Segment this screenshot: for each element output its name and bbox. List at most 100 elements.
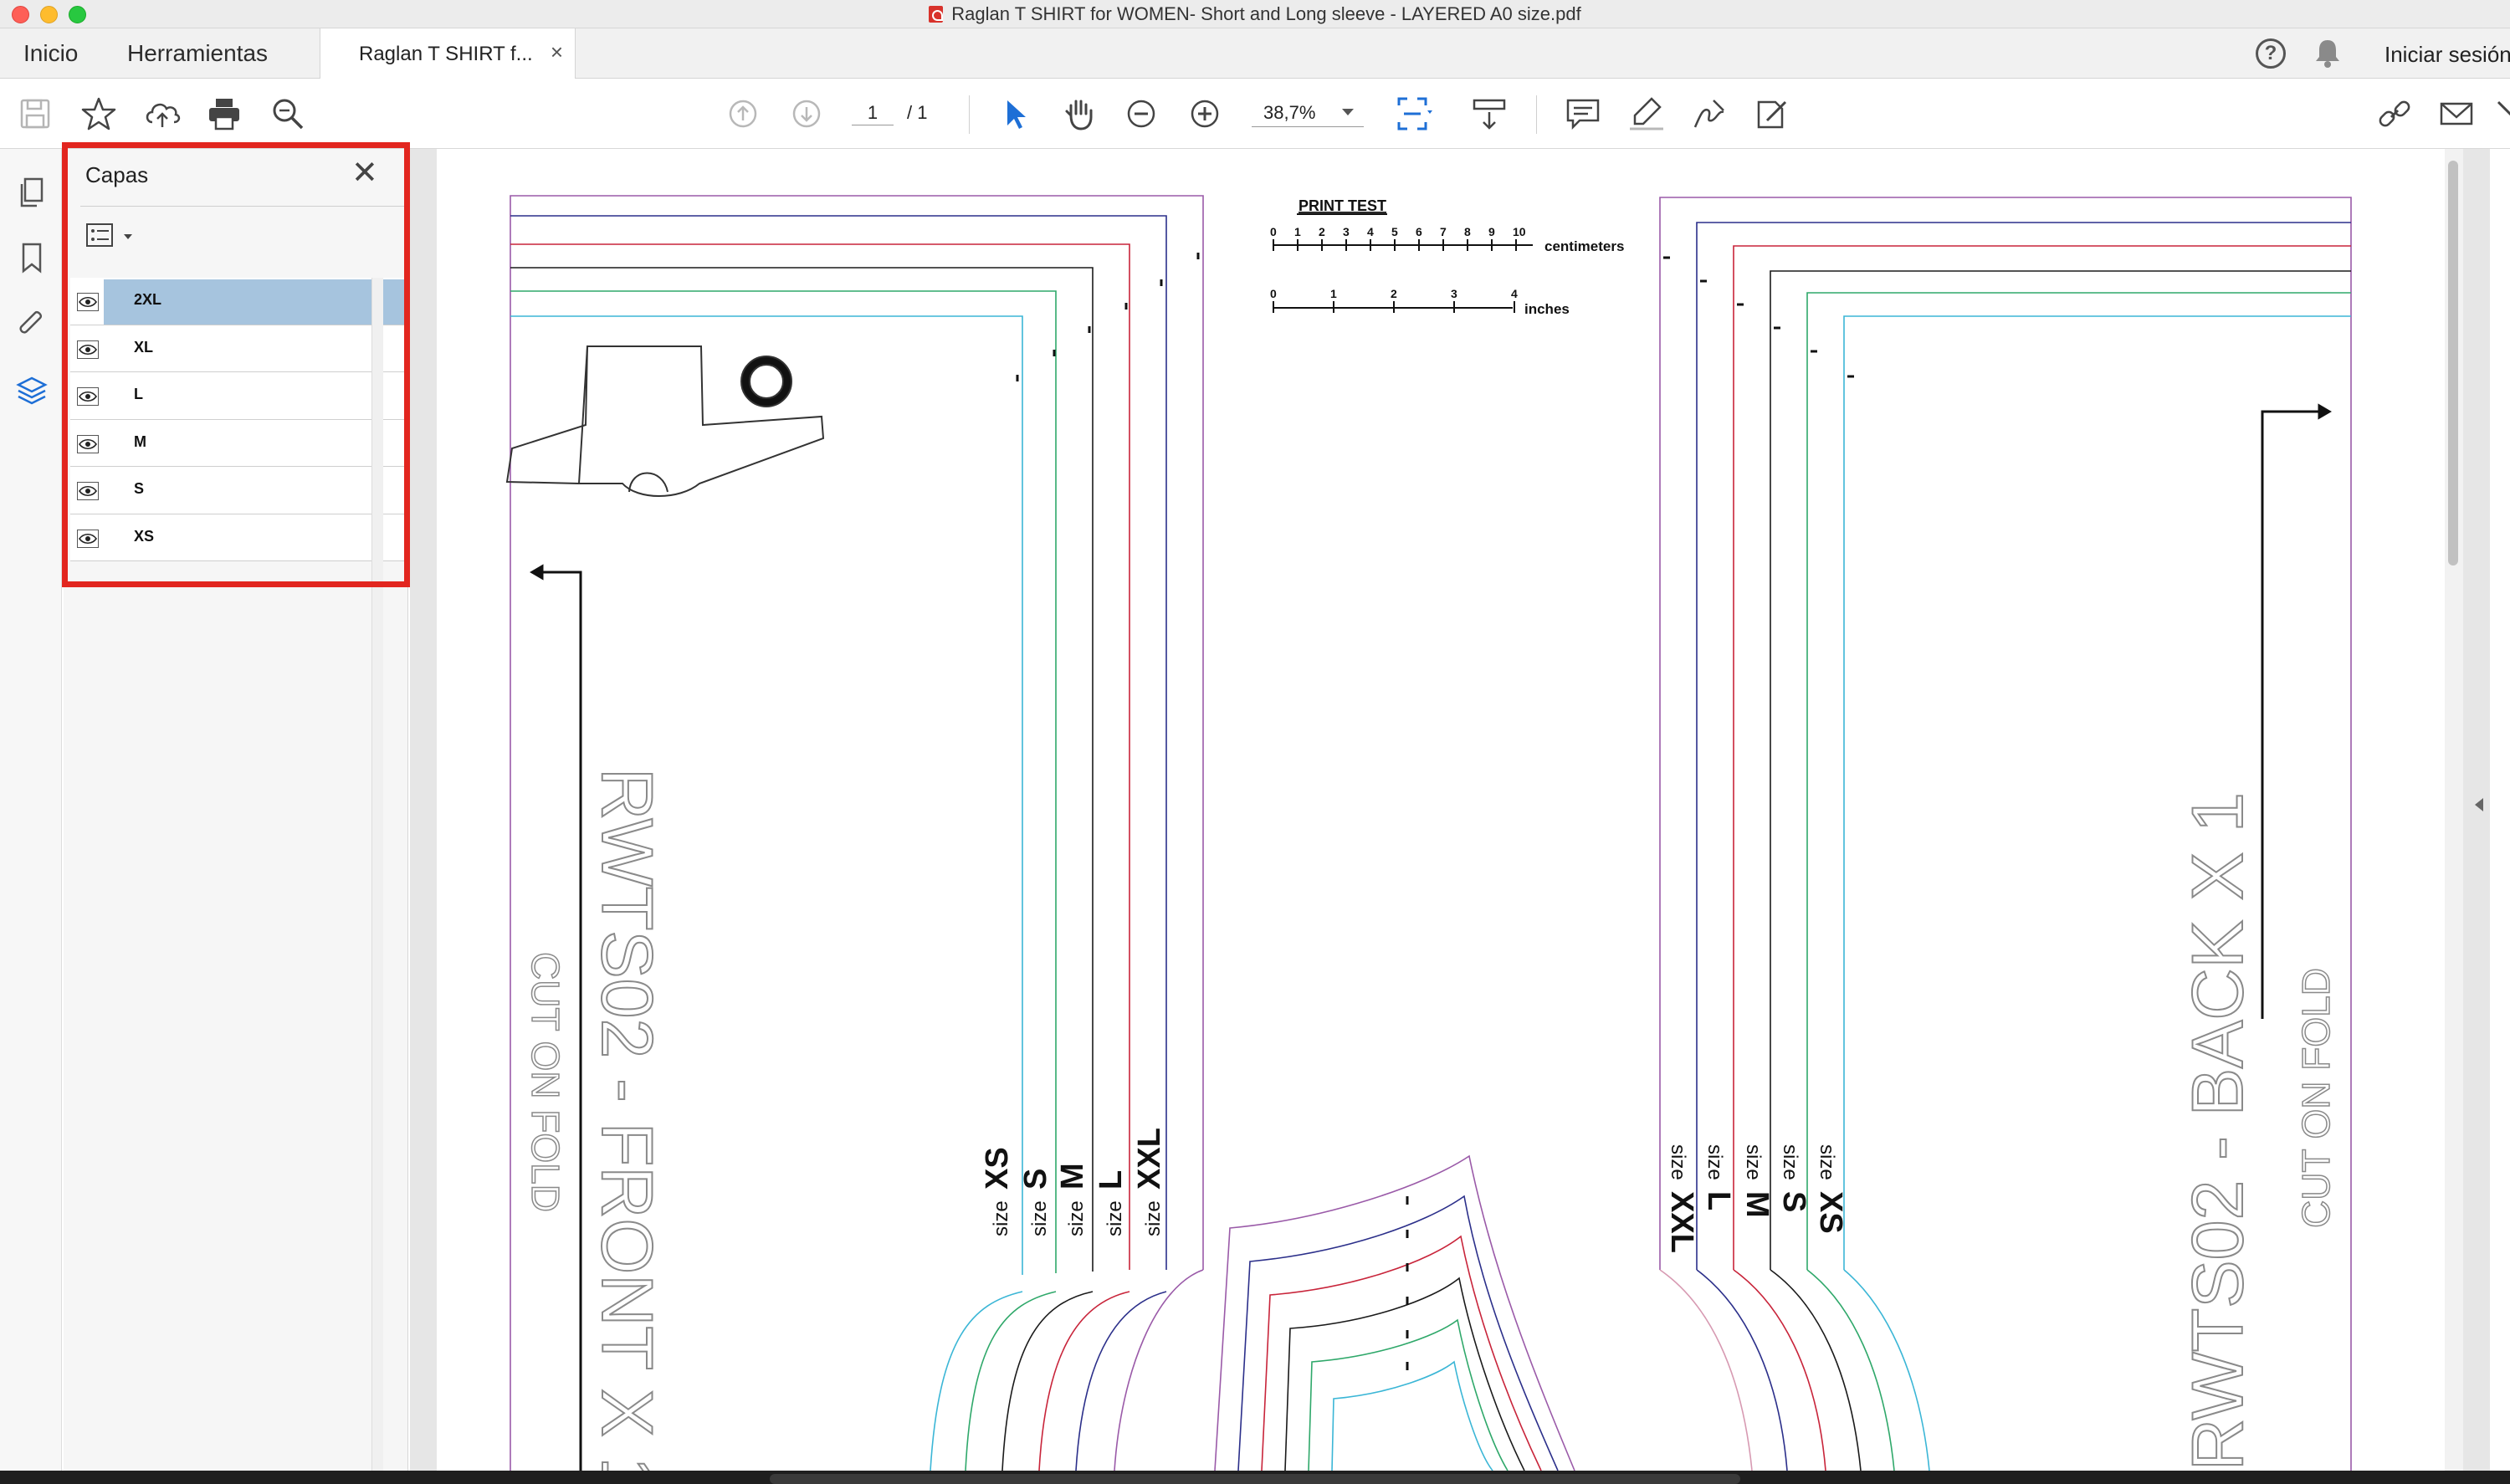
fit-page-icon[interactable] bbox=[1392, 94, 1432, 134]
attachments-icon[interactable] bbox=[15, 308, 49, 341]
zoom-out-icon[interactable] bbox=[1121, 94, 1161, 134]
front-size-label: size L bbox=[1094, 1170, 1129, 1236]
sign-icon[interactable] bbox=[1688, 94, 1729, 134]
comment-icon[interactable] bbox=[1563, 94, 1603, 134]
back-fold-label: CUT ON FOLD bbox=[2294, 968, 2338, 1228]
bookmarks-icon[interactable] bbox=[15, 241, 49, 274]
size-value: L bbox=[1094, 1170, 1129, 1190]
layers-icon[interactable] bbox=[15, 375, 49, 408]
print-icon[interactable] bbox=[204, 94, 244, 134]
cm-tick-label: 1 bbox=[1294, 225, 1301, 238]
size-value: L bbox=[1701, 1191, 1736, 1210]
size-word: size bbox=[1742, 1144, 1765, 1180]
dock-strip bbox=[0, 1471, 2510, 1484]
size-word: size bbox=[1104, 1200, 1126, 1236]
pdf-file-icon bbox=[929, 6, 944, 23]
size-value: M bbox=[1739, 1191, 1775, 1218]
document-scrollbar[interactable] bbox=[2445, 149, 2463, 1471]
window-title-text: Raglan T SHIRT for WOMEN- Short and Long… bbox=[951, 3, 1581, 24]
size-word: size bbox=[1667, 1144, 1689, 1180]
cm-tick-label: 4 bbox=[1367, 225, 1374, 238]
back-outline-xl bbox=[1733, 245, 2351, 1270]
navigation-rail bbox=[0, 149, 62, 1471]
tshirt-illustration-icon bbox=[505, 345, 825, 497]
select-cursor-icon[interactable] bbox=[996, 94, 1036, 134]
main-toolbar: 1 / 1 38,7% bbox=[0, 79, 2510, 149]
size-word: size bbox=[990, 1200, 1012, 1236]
size-word: size bbox=[1065, 1200, 1088, 1236]
cm-tick-label: 2 bbox=[1319, 225, 1325, 238]
document-viewport[interactable]: PRINT TEST centimeters inches 0 1 2 3 4 5 6 7 8 9… bbox=[410, 149, 2490, 1471]
back-size-label: size XXL bbox=[1664, 1144, 1699, 1253]
toolbar-divider bbox=[1536, 95, 1537, 134]
layers-panel-highlight-box bbox=[62, 142, 410, 587]
front-size-label: size M bbox=[1055, 1163, 1090, 1236]
back-size-label: size M bbox=[1739, 1144, 1775, 1218]
back-size-label: size S bbox=[1776, 1144, 1811, 1212]
inch-tick-label: 2 bbox=[1391, 287, 1397, 300]
window-title: Raglan T SHIRT for WOMEN- Short and Long… bbox=[0, 3, 2510, 25]
page-down-icon[interactable] bbox=[786, 94, 827, 134]
front-size-label: size XS bbox=[980, 1147, 1015, 1236]
tab-inicio[interactable]: Inicio bbox=[23, 40, 78, 67]
size-value: XS bbox=[1813, 1191, 1848, 1234]
inch-tick-label: 4 bbox=[1511, 287, 1518, 300]
toolbar-divider bbox=[969, 95, 970, 134]
size-value: S bbox=[1776, 1191, 1811, 1212]
star-icon[interactable] bbox=[79, 94, 119, 134]
cm-tick-label: 10 bbox=[1513, 225, 1526, 238]
cm-tick-label: 6 bbox=[1416, 225, 1422, 238]
cloud-upload-icon[interactable] bbox=[142, 94, 182, 134]
size-word: size bbox=[1142, 1200, 1165, 1236]
back-size-label: size L bbox=[1701, 1144, 1736, 1210]
search-zoom-icon[interactable] bbox=[268, 94, 308, 134]
expand-right-pane-icon[interactable] bbox=[2475, 798, 2483, 811]
inch-tick-label: 0 bbox=[1270, 287, 1277, 300]
size-word: size bbox=[1779, 1144, 1801, 1180]
cm-tick-label: 9 bbox=[1488, 225, 1495, 238]
help-icon[interactable]: ? bbox=[2256, 38, 2286, 69]
scroll-mode-icon[interactable] bbox=[1469, 94, 1509, 134]
back-size-label: size XS bbox=[1813, 1144, 1848, 1234]
notifications-bell-icon[interactable] bbox=[2313, 37, 2343, 74]
page-up-icon[interactable] bbox=[723, 94, 763, 134]
close-tab-icon[interactable]: × bbox=[551, 39, 563, 65]
page-number-input[interactable]: 1 bbox=[852, 102, 894, 125]
cm-tick-label: 3 bbox=[1343, 225, 1350, 238]
document-tab[interactable]: Raglan T SHIRT f... × bbox=[320, 28, 576, 79]
sign-in-link[interactable]: Iniciar sesión bbox=[2384, 42, 2510, 68]
document-scroll-thumb[interactable] bbox=[2448, 161, 2458, 565]
email-icon[interactable] bbox=[2436, 94, 2477, 134]
zoom-in-icon[interactable] bbox=[1185, 94, 1225, 134]
edit-pdf-icon[interactable] bbox=[1752, 94, 1792, 134]
app-tab-bar: Inicio Herramientas Raglan T SHIRT f... … bbox=[0, 28, 2510, 79]
inch-tick-label: 1 bbox=[1330, 287, 1337, 300]
zoom-dropdown-icon[interactable] bbox=[1342, 109, 1354, 115]
size-word: size bbox=[1028, 1200, 1051, 1236]
size-value: M bbox=[1055, 1163, 1090, 1190]
size-value: XXL bbox=[1664, 1191, 1699, 1253]
dock-bar bbox=[770, 1474, 1740, 1484]
inch-label: inches bbox=[1524, 301, 1570, 317]
page-thumbnails-icon[interactable] bbox=[15, 176, 49, 209]
pdf-page: PRINT TEST centimeters inches 0 1 2 3 4 5 6 7 8 9… bbox=[437, 149, 2445, 1471]
page-total-label: / 1 bbox=[907, 102, 928, 123]
highlight-icon[interactable] bbox=[1626, 94, 1667, 134]
cm-tick-label: 7 bbox=[1440, 225, 1447, 238]
inch-tick-label: 3 bbox=[1451, 287, 1457, 300]
size-word: size bbox=[1816, 1144, 1838, 1180]
hand-icon[interactable] bbox=[1059, 94, 1099, 134]
more-tools-icon[interactable] bbox=[2495, 94, 2510, 134]
document-tab-label: Raglan T SHIRT f... bbox=[359, 43, 533, 65]
print-test-title: PRINT TEST bbox=[1299, 197, 1386, 214]
tab-herramientas[interactable]: Herramientas bbox=[127, 40, 268, 67]
save-icon[interactable] bbox=[15, 94, 55, 134]
cm-tick-label: 8 bbox=[1464, 225, 1471, 238]
cm-label: centimeters bbox=[1544, 238, 1624, 254]
cm-tick-label: 5 bbox=[1391, 225, 1398, 238]
cm-tick-label: 0 bbox=[1270, 225, 1277, 238]
front-size-label: size S bbox=[1018, 1169, 1053, 1236]
size-value: XXL bbox=[1132, 1128, 1167, 1190]
share-link-icon[interactable] bbox=[2374, 94, 2415, 134]
size-value: S bbox=[1018, 1169, 1053, 1190]
